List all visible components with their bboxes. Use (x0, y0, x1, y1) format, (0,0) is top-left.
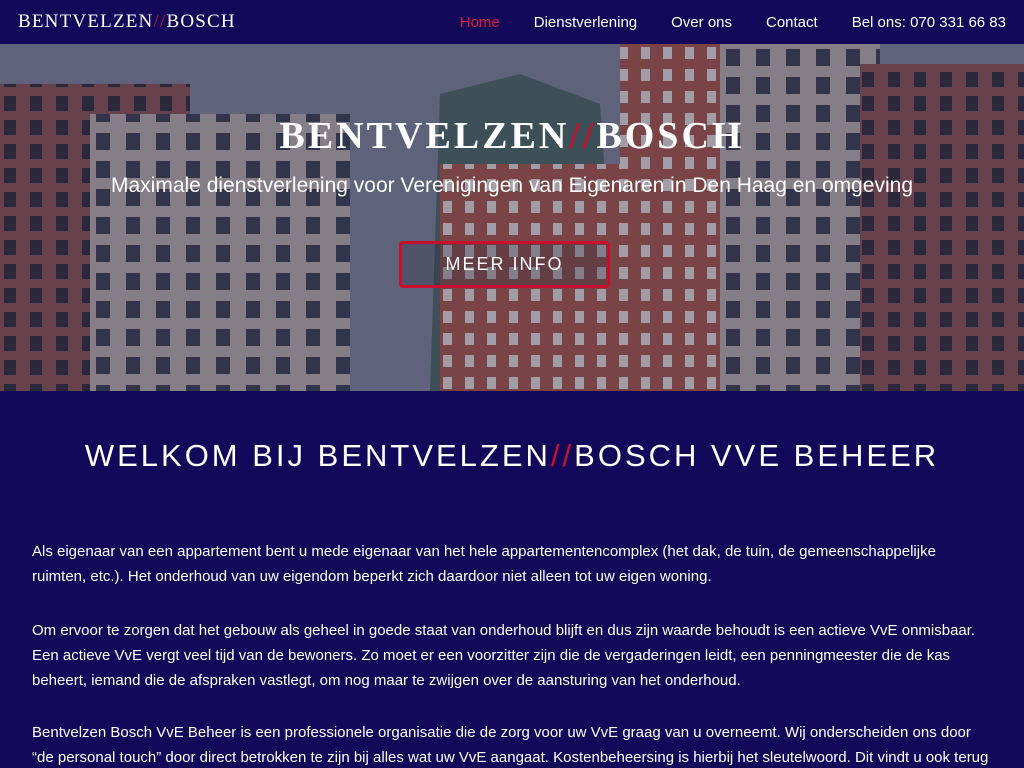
intro-paragraph-3: Bentvelzen Bosch VvE Beheer is een profe… (32, 724, 989, 766)
logo-text-part2: BOSCH (166, 11, 236, 32)
nav-link-phone[interactable]: Bel ons: 070 331 66 83 (852, 14, 1006, 31)
nav-link-contact[interactable]: Contact (766, 14, 818, 31)
hero-subtitle: Maximale dienstverlening voor Vereniging… (111, 174, 913, 197)
nav-link-over-ons[interactable]: Over ons (671, 14, 732, 31)
top-navbar: BENTVELZEN//BOSCH Home Dienstverlening O… (0, 0, 1024, 44)
main-content: WELKOM BIJ BENTVELZEN//BOSCH VVE BEHEER … (0, 391, 1024, 768)
hero-section: BENTVELZEN//BOSCH Maximale dienstverleni… (0, 44, 1024, 391)
hero-title: BENTVELZEN//BOSCH (0, 114, 1024, 158)
hero-content: BENTVELZEN//BOSCH Maximale dienstverleni… (0, 44, 1024, 391)
logo-slash: // (153, 11, 167, 32)
meer-info-button[interactable]: MEER INFO (399, 241, 610, 288)
site-logo[interactable]: BENTVELZEN//BOSCH (18, 11, 236, 33)
hero-title-part2: BOSCH (596, 115, 745, 157)
nav-link-home[interactable]: Home (460, 14, 500, 31)
nav-link-dienstverlening[interactable]: Dienstverlening (534, 14, 637, 31)
hero-title-slash: // (569, 115, 597, 157)
hero-title-part1: BENTVELZEN (279, 115, 570, 157)
welcome-heading-part1: WELKOM BIJ BENTVELZEN (84, 438, 551, 473)
intro-paragraph-1: Als eigenaar van een appartement bent u … (32, 543, 936, 585)
welcome-heading-slash: // (550, 438, 575, 473)
intro-paragraph-2: Om ervoor te zorgen dat het gebouw als g… (32, 622, 976, 689)
main-nav: Home Dienstverlening Over ons Contact Be… (426, 0, 1006, 44)
logo-text-part1: BENTVELZEN (18, 11, 154, 32)
welcome-heading: WELKOM BIJ BENTVELZEN//BOSCH VVE BEHEER (0, 438, 1024, 474)
welcome-heading-part2: BOSCH VVE BEHEER (574, 438, 940, 473)
